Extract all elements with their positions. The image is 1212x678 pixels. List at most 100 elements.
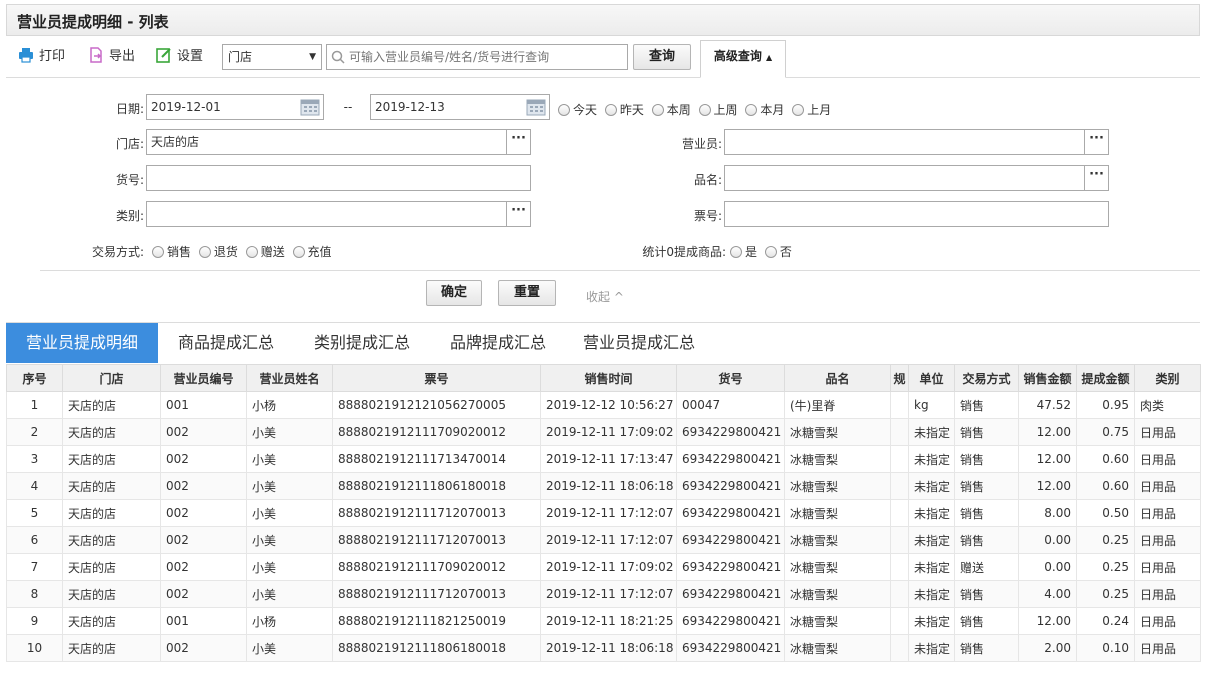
table-row[interactable]: 8 天店的店 002 小美 8888021912111712070013 2019-12-… [6,580,1201,608]
collapse-link[interactable]: 收起 ^ [586,288,624,305]
table-cell: 8888021912111709020012 [332,418,541,446]
table-header-row: 序号 门店 营业员编号 营业员姓名 票号 销售时间 货号 品名规单位 交易方式 销售金额 提成金额类… [6,364,1201,392]
radio-this-month[interactable]: 本月 [745,101,784,118]
column-header[interactable]: 类别 [1134,364,1201,392]
radio-recharge[interactable]: 充值 [292,243,332,260]
table-row[interactable]: 4 天店的店 002 小美 8888021912111806180018 2019-12-… [6,472,1201,500]
column-header[interactable]: 销售时间 [540,364,677,392]
print-button[interactable]: 打印 [18,47,65,67]
radio-this-week[interactable]: 本周 [651,101,691,118]
table-cell: 2019-12-11 17:12:07 [540,580,677,608]
table-cell: 冰糖雪梨 [784,499,891,527]
table-cell: 47.52 [1018,391,1077,419]
table-row[interactable]: 7 天店的店 002 小美 8888021912111709020012 2019-12-… [6,553,1201,581]
store-select[interactable]: 门店 ▼ [222,44,322,70]
date-to-value: 2019-12-13 [375,100,445,114]
date-from-input[interactable]: 2019-12-01 [146,94,324,120]
table-cell: 销售 [954,418,1019,446]
table-row[interactable]: 5 天店的店 002 小美 8888021912111712070013 2019-12-… [6,499,1201,527]
radio-last-week[interactable]: 上周 [698,101,738,118]
table-cell: 0.95 [1076,391,1135,419]
ellipsis-icon[interactable]: ··· [1084,130,1108,154]
radio-today[interactable]: 今天 [558,101,597,118]
table-cell: 销售 [954,526,1019,554]
ellipsis-icon[interactable]: ··· [506,130,530,154]
date-to-input[interactable]: 2019-12-13 [370,94,550,120]
table-cell: 2019-12-11 18:21:25 [540,607,677,635]
store-field[interactable]: 天店的店 ··· [146,129,531,155]
clerk-label: 营业员: [681,137,722,151]
column-header[interactable]: 规 [890,364,909,392]
data-table: 序号 门店 营业员编号 营业员姓名 票号 销售时间 货号 品名规单位 交易方式 销售金额 提成金额类… [6,364,1201,662]
clerk-field[interactable]: ··· [724,129,1109,155]
column-header[interactable]: 单位 [908,364,955,392]
ellipsis-icon[interactable]: ··· [1084,166,1108,190]
table-cell: 6934229800421 [676,499,785,527]
table-cell: 小杨 [246,391,333,419]
search-input[interactable] [347,47,623,67]
table-cell: kg [908,391,955,419]
table-row[interactable]: 3 天店的店 002 小美 8888021912111713470014 2019-12-… [6,445,1201,473]
tab-brand-summary[interactable]: 品牌提成汇总 [438,323,558,363]
radio-sale[interactable]: 销售 [152,243,191,260]
table-cell: 销售 [954,634,1019,662]
tab-clerk-summary[interactable]: 营业员提成汇总 [572,323,706,363]
search-box[interactable] [326,44,628,70]
radio-no[interactable]: 否 [764,243,792,260]
column-header[interactable]: 提成金额 [1076,364,1135,392]
sku-field[interactable] [146,165,531,191]
column-header[interactable]: 货号 [676,364,785,392]
radio-yes[interactable]: 是 [730,243,757,260]
tab-product-summary[interactable]: 商品提成汇总 [166,323,286,363]
table-cell: 销售 [954,391,1019,419]
ticket-field[interactable] [724,201,1109,227]
tab-clerk-detail[interactable]: 营业员提成明细 [6,323,158,363]
table-row[interactable]: 9 天店的店 001 小杨 8888021912111821250019 2019-12-… [6,607,1201,635]
radio-last-month[interactable]: 上月 [792,101,831,118]
table-row[interactable]: 10 天店的店 002 小美 8888021912111806180018 2019-12… [6,634,1201,662]
advanced-query-toggle[interactable]: 高级查询 ▲ [700,40,786,78]
column-header[interactable]: 营业员编号 [160,364,247,392]
table-row[interactable]: 1 天店的店 001 小杨 8888021912121056270005 2019-12-… [6,391,1201,419]
table-cell [890,634,909,662]
table-cell: 3 [6,445,63,473]
table-cell [890,391,909,419]
tab-category-summary[interactable]: 类别提成汇总 [302,323,422,363]
table-cell: 12.00 [1018,472,1077,500]
column-header[interactable]: 门店 [62,364,161,392]
table-row[interactable]: 2 天店的店 002 小美 8888021912111709020012 2019-12-… [6,418,1201,446]
column-header[interactable]: 销售金额 [1018,364,1077,392]
query-button[interactable]: 查询 [633,44,691,70]
table-cell: 小美 [246,526,333,554]
column-header[interactable]: 交易方式 [954,364,1019,392]
store-field-value: 天店的店 [151,135,200,149]
table-cell: 冰糖雪梨 [784,418,891,446]
ellipsis-icon[interactable]: ··· [506,202,530,226]
column-header[interactable]: 品名 [784,364,891,392]
reset-button[interactable]: 重置 [498,280,556,306]
calendar-icon[interactable] [300,98,320,116]
table-cell: 小美 [246,580,333,608]
radio-return[interactable]: 退货 [198,243,238,260]
table-row[interactable]: 6 天店的店 002 小美 8888021912111712070013 2019-12-… [6,526,1201,554]
table-cell: 6 [6,526,63,554]
column-header[interactable]: 营业员姓名 [246,364,333,392]
table-cell: 8888021912111821250019 [332,607,541,635]
table-cell: 销售 [954,499,1019,527]
column-header[interactable]: 票号 [332,364,541,392]
table-cell [890,445,909,473]
confirm-button[interactable]: 确定 [426,280,482,306]
export-button[interactable]: 导出 [88,47,135,67]
settings-button[interactable]: 设置 [156,47,203,67]
table-cell: 0.25 [1076,553,1135,581]
table-cell: 0.00 [1018,526,1077,554]
radio-gift[interactable]: 赠送 [245,243,285,260]
table-cell: 2019-12-11 17:09:02 [540,418,677,446]
category-field[interactable]: ··· [146,201,531,227]
column-header[interactable]: 序号 [6,364,63,392]
calendar-icon[interactable] [526,98,546,116]
product-name-field[interactable]: ··· [724,165,1109,191]
zero-commission-group: 是 否 [730,243,796,260]
radio-yesterday[interactable]: 昨天 [604,101,644,118]
table-cell: 冰糖雪梨 [784,634,891,662]
